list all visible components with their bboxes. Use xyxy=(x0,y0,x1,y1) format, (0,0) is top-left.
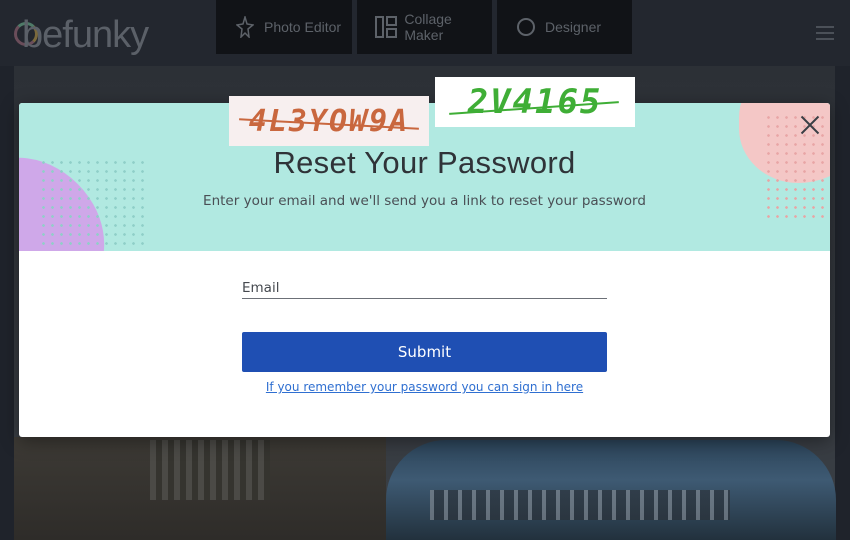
befunky-logo[interactable]: befunky xyxy=(14,8,149,56)
background-car-grill xyxy=(430,490,730,520)
nav-tab-label: Designer xyxy=(545,19,602,35)
nav-tab-label: Photo Editor xyxy=(264,19,342,35)
close-icon[interactable] xyxy=(799,114,821,136)
designer-icon xyxy=(515,16,537,38)
nav-tab-collage-maker[interactable]: Collage Maker xyxy=(357,0,492,54)
logo-text: befunky xyxy=(22,14,149,56)
nav-tab-label: Collage Maker xyxy=(404,11,452,43)
modal-subtitle: Enter your email and we'll send you a li… xyxy=(203,193,646,209)
top-navigation-bar: befunky Photo Editor Collage Maker Desig… xyxy=(0,0,850,66)
collage-icon xyxy=(375,16,397,38)
nav-tab-designer[interactable]: Designer xyxy=(497,0,632,54)
submit-button[interactable]: Submit xyxy=(242,332,607,372)
modal-title: Reset Your Password xyxy=(273,145,576,180)
email-field[interactable] xyxy=(242,277,607,299)
reset-password-modal: Reset Your Password Enter your email and… xyxy=(19,103,830,437)
background-door xyxy=(150,440,270,500)
hamburger-icon[interactable] xyxy=(816,26,834,40)
captcha-image-2: 2V4165 xyxy=(435,77,635,127)
sign-in-link[interactable]: If you remember your password you can si… xyxy=(19,380,830,394)
nav-tab-photo-editor[interactable]: Photo Editor xyxy=(216,0,352,54)
star-icon xyxy=(234,16,256,38)
captcha-image-1: 4L3YOW9A xyxy=(229,96,429,146)
